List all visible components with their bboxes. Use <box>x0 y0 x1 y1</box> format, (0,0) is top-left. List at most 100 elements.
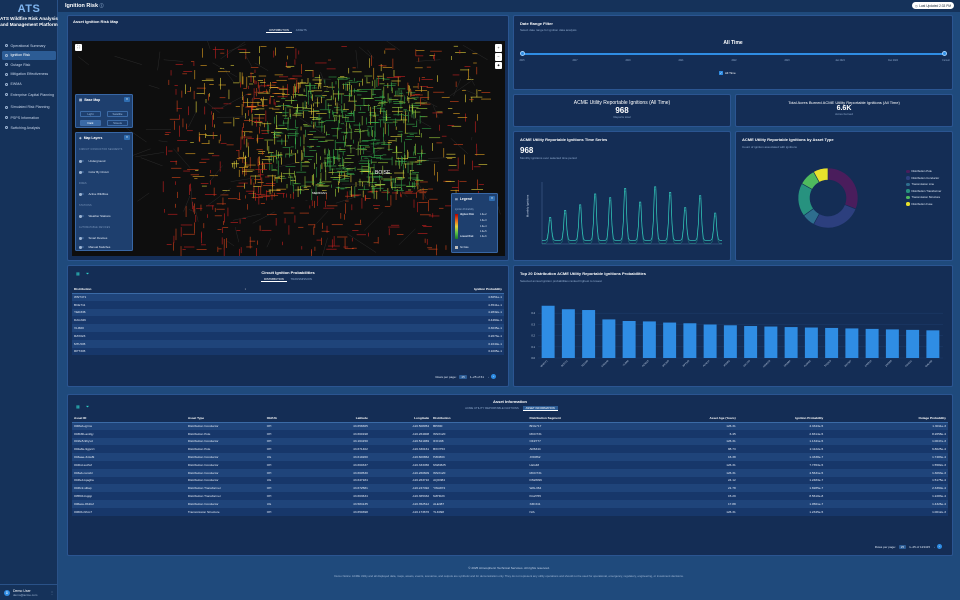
chevron-down-icon[interactable]: ▾ <box>489 196 495 201</box>
col-longitude[interactable]: Longitude <box>369 414 432 423</box>
nav-item-ignition-risk[interactable]: Ignition Risk <box>2 50 56 60</box>
basemap-satellite[interactable]: Satellite <box>107 111 128 117</box>
layer-weather-stations[interactable]: Weather Stations <box>79 214 111 219</box>
nav-item-outage-risk[interactable]: Outage Risk <box>2 60 56 69</box>
nav-item-ewma[interactable]: EWMA <box>2 79 56 88</box>
tab-asset-information[interactable]: ASSET INFORMATION <box>522 406 558 411</box>
col-asset-type[interactable]: Asset Type <box>185 414 265 423</box>
tab-assets[interactable]: ASSETS <box>293 28 310 32</box>
table-row[interactable]: 004fe4-lqagha Distribution Conductor UG 43.… <box>72 476 948 485</box>
table-row[interactable]: YED336 4.2832e-1 <box>72 308 504 317</box>
toggle[interactable] <box>79 159 84 164</box>
table-row[interactable]: DAG346 3.4460e-1 <box>72 316 504 325</box>
col-distribution-segment[interactable]: Distribution Segment <box>527 414 659 423</box>
layer-smart-devices[interactable]: Smart Devices <box>79 236 107 241</box>
asset-type-donut[interactable] <box>788 158 868 238</box>
table-row[interactable]: RZX023 3.2673e-1 <box>72 331 504 340</box>
col-distribution[interactable]: Distribution <box>72 285 243 294</box>
all-time-checkbox[interactable]: ✓ All Time <box>719 71 736 75</box>
table-row[interactable]: 005f04-bqjqp Distribution Transformer OH 43… <box>72 492 948 500</box>
rows-per-page-select[interactable]: 25 <box>459 374 467 379</box>
zoom-in-button[interactable]: + <box>495 44 502 52</box>
nav-item-psps-information[interactable]: PSPS Information <box>2 113 56 122</box>
nav-item-switching-analysis[interactable]: Switching Analysis <box>2 123 56 132</box>
zoom-out-button[interactable]: − <box>495 53 502 61</box>
layer-color-by-circuit[interactable]: Color By Circuit <box>79 170 109 175</box>
user-profile[interactable]: D Demo User demo@acme.com ⋮ <box>0 584 58 600</box>
app-logo[interactable]: ATS ATS Wildfire Risk Analysis and Manag… <box>0 3 58 27</box>
nav-item-mitigation-effectiveness[interactable]: Mitigation Effectiveness <box>2 70 56 79</box>
layer-active-wildfires[interactable]: Active Wildfires <box>79 192 108 197</box>
table-row[interactable]: 004fc2-sltlap Distribution Transformer OH 4… <box>72 484 948 493</box>
cell-distribution: NWD825 <box>433 462 446 467</box>
road-segment <box>137 192 150 202</box>
table-row[interactable]: 003b8b-ambjy Distribution Pole OH 43.660198… <box>72 429 948 438</box>
toggle[interactable] <box>79 236 84 241</box>
col-oh-ug[interactable]: OH/UG <box>264 414 318 423</box>
basemap-streets[interactable]: Streets <box>107 120 128 126</box>
checkbox-checked-icon[interactable]: ✓ <box>719 71 723 75</box>
col-ignition-probability[interactable]: Ignition Probability <box>248 285 504 294</box>
legend-item[interactable]: Distribution Fuse <box>906 201 941 208</box>
col-asset-id[interactable]: Asset ID <box>72 414 186 423</box>
layer-manual-switches[interactable]: Manual Switches <box>79 245 111 250</box>
ts-chart[interactable] <box>528 164 728 254</box>
table-row[interactable]: RPT345 3.1005e-1 <box>72 347 504 356</box>
tab-transmission[interactable]: TRANSMISSION <box>288 277 315 281</box>
cell-oh-ug: OH <box>266 439 272 444</box>
slider-end-handle[interactable] <box>942 51 947 56</box>
toggle[interactable] <box>79 245 84 250</box>
table-row[interactable]: WNT471 4.6651e-1 <box>72 293 504 301</box>
table-row[interactable]: 003ab-nsnxbl Distribution Conductor OH 43.6… <box>72 468 948 477</box>
basemap-dark[interactable]: Dark <box>80 120 101 126</box>
nav-item-operational-summary[interactable]: Operational Summary <box>2 41 56 50</box>
col-asset-age[interactable]: Asset Age (Years) <box>658 414 738 423</box>
compass-icon[interactable]: ◆ <box>495 62 502 69</box>
layer-underground[interactable]: Underground <box>79 159 105 164</box>
fullscreen-icon[interactable]: ⛶ <box>75 44 82 51</box>
toggle[interactable] <box>79 170 84 175</box>
nav-item-enterprise-capital-planning[interactable]: Enterprise Capital Planning <box>2 89 56 101</box>
more-icon[interactable]: ⋮ <box>50 590 54 595</box>
reportable-ignitions-card: ACME Utility Reportable Ignitions (All T… <box>513 94 731 127</box>
road-segment <box>158 140 168 143</box>
layer-label: Manual Switches <box>88 245 111 249</box>
toggle[interactable] <box>79 192 84 197</box>
top20-bar-chart[interactable]: 0.4 0.3 0.2 0.1 0.0 WNT471 BCE711 YED336 DAG346 V… <box>518 288 950 383</box>
table-row[interactable]: BCE711 4.3541e-1 <box>72 300 504 309</box>
table-row[interactable]: 0060b-hlhm7 Transmission Structure OH 43.65… <box>72 507 948 516</box>
nav-item-simulated-risk-planning[interactable]: Simulated Risk Planning <box>2 101 56 113</box>
col-ignition-probability[interactable]: Ignition Probability <box>737 414 826 423</box>
col-distribution[interactable]: Distribution <box>431 414 528 423</box>
road-segment <box>335 194 364 204</box>
next-page-icon[interactable]: › <box>491 374 496 379</box>
table-row[interactable]: 003aae-3vtw8t Distribution Conductor UG 43.… <box>72 453 948 461</box>
rows-per-page-select[interactable]: 25 <box>898 544 907 549</box>
table-row[interactable]: 000fab-qjrms Distribution Conductor OH 43.6… <box>72 422 948 430</box>
table-row[interactable]: VLI660 3.3035e-1 <box>72 324 504 332</box>
prev-page-icon[interactable]: ‹ <box>934 545 935 549</box>
basemap-light[interactable]: Light <box>80 111 101 117</box>
col-outage-probability[interactable]: Outage Probability <box>825 414 948 423</box>
info-icon[interactable]: ⓘ <box>100 3 104 8</box>
table-row[interactable]: 002a8e-9gpczt Distribution Pole OH 43.67140… <box>72 445 948 454</box>
toggle[interactable] <box>79 214 84 219</box>
prev-page-icon[interactable]: ‹ <box>488 375 489 379</box>
road-segment <box>220 41 246 60</box>
col-latitude[interactable]: Latitude <box>317 414 370 423</box>
table-row[interactable]: 001fe5-9hyvd Distribution Conductor OH 43.1… <box>72 437 948 446</box>
chevron-down-icon[interactable]: ▾ <box>124 135 130 140</box>
chevron-down-icon[interactable]: ▾ <box>124 97 130 102</box>
road-segment <box>335 163 351 173</box>
risk-map[interactable]: BOISE MERIDIAN ⛶ + − ◆ ▦ Base Map ▾ Ligh… <box>72 41 505 256</box>
tab-distribution[interactable]: DISTRIBUTION <box>266 28 292 33</box>
donut-slice <box>827 167 859 210</box>
table-row[interactable]: MTL545 3.1640e-1 <box>72 339 504 348</box>
slider-start-handle[interactable] <box>520 51 525 56</box>
table-row[interactable]: 006ace-8b1fef Distribution Conductor UG 43.… <box>72 499 948 508</box>
table-row[interactable]: 004bd-suthxf Distribution Conductor OH 43.6… <box>72 460 948 469</box>
tab-distribution[interactable]: DISTRIBUTION <box>261 277 287 282</box>
next-page-icon[interactable]: › <box>937 544 942 549</box>
tab-reportable-ignitions[interactable]: ACME UTILITY REPORTABLE IGNITIONS <box>462 406 522 410</box>
date-slider-track[interactable] <box>522 53 946 55</box>
